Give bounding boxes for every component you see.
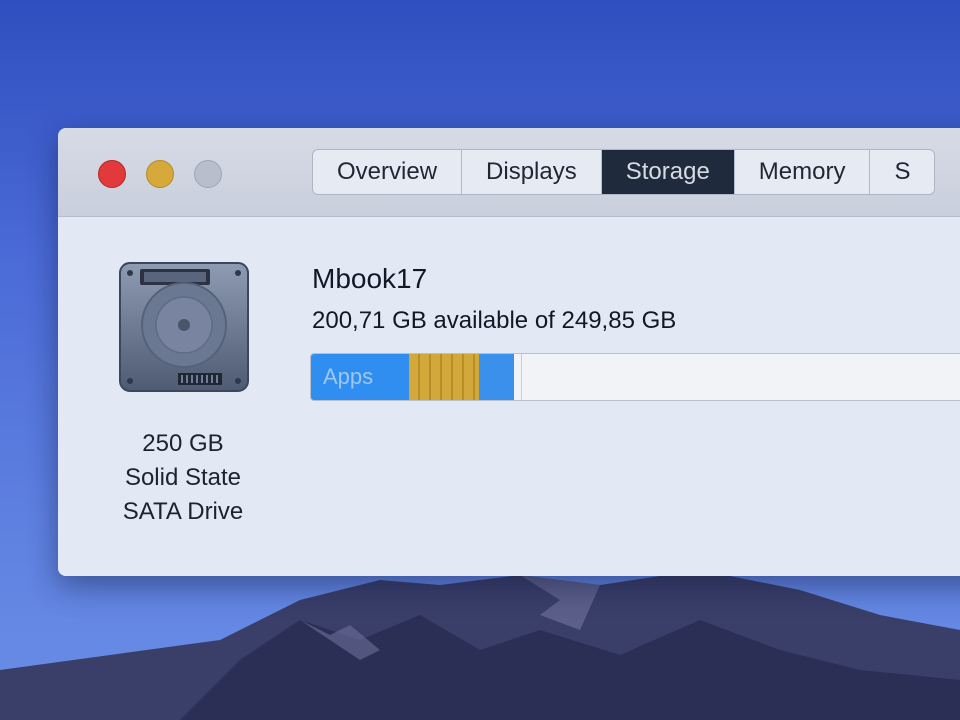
storage-segment-label: Apps: [323, 364, 374, 389]
storage-segment-system[interactable]: [479, 354, 514, 400]
about-this-mac-window: Overview Displays Storage Memory S 250 G…: [58, 128, 960, 576]
storage-usage-bar[interactable]: Apps: [310, 353, 960, 401]
storage-free-divider: [521, 354, 522, 400]
hard-drive-icon: [119, 262, 249, 392]
tab-bar: Overview Displays Storage Memory S: [312, 149, 936, 195]
tab-overview[interactable]: Overview: [313, 150, 463, 194]
tab-displays[interactable]: Displays: [462, 150, 602, 194]
tab-memory[interactable]: Memory: [735, 150, 871, 194]
storage-segment-other[interactable]: [409, 354, 479, 400]
zoom-button[interactable]: [194, 160, 222, 188]
tab-storage[interactable]: Storage: [601, 150, 735, 194]
desktop-wallpaper: [0, 570, 960, 720]
volume-name: Mbook17: [312, 263, 428, 294]
window-titlebar: Overview Displays Storage Memory S: [58, 128, 960, 217]
minimize-button[interactable]: [146, 160, 174, 188]
disk-type: Solid State: [124, 464, 242, 491]
close-button[interactable]: [98, 160, 126, 188]
disk-caption: 250 GB Solid State SATA Drive: [98, 427, 268, 529]
tab-support[interactable]: S: [870, 150, 934, 194]
disk-interface: SATA Drive: [122, 498, 244, 525]
disk-capacity: 250 GB: [142, 430, 224, 457]
volume-available: 200,71 GB available of 249,85 GB: [312, 307, 677, 334]
storage-pane: 250 GB Solid State SATA Drive Mbook17 20…: [58, 217, 960, 576]
storage-segment-apps[interactable]: Apps: [311, 354, 409, 400]
